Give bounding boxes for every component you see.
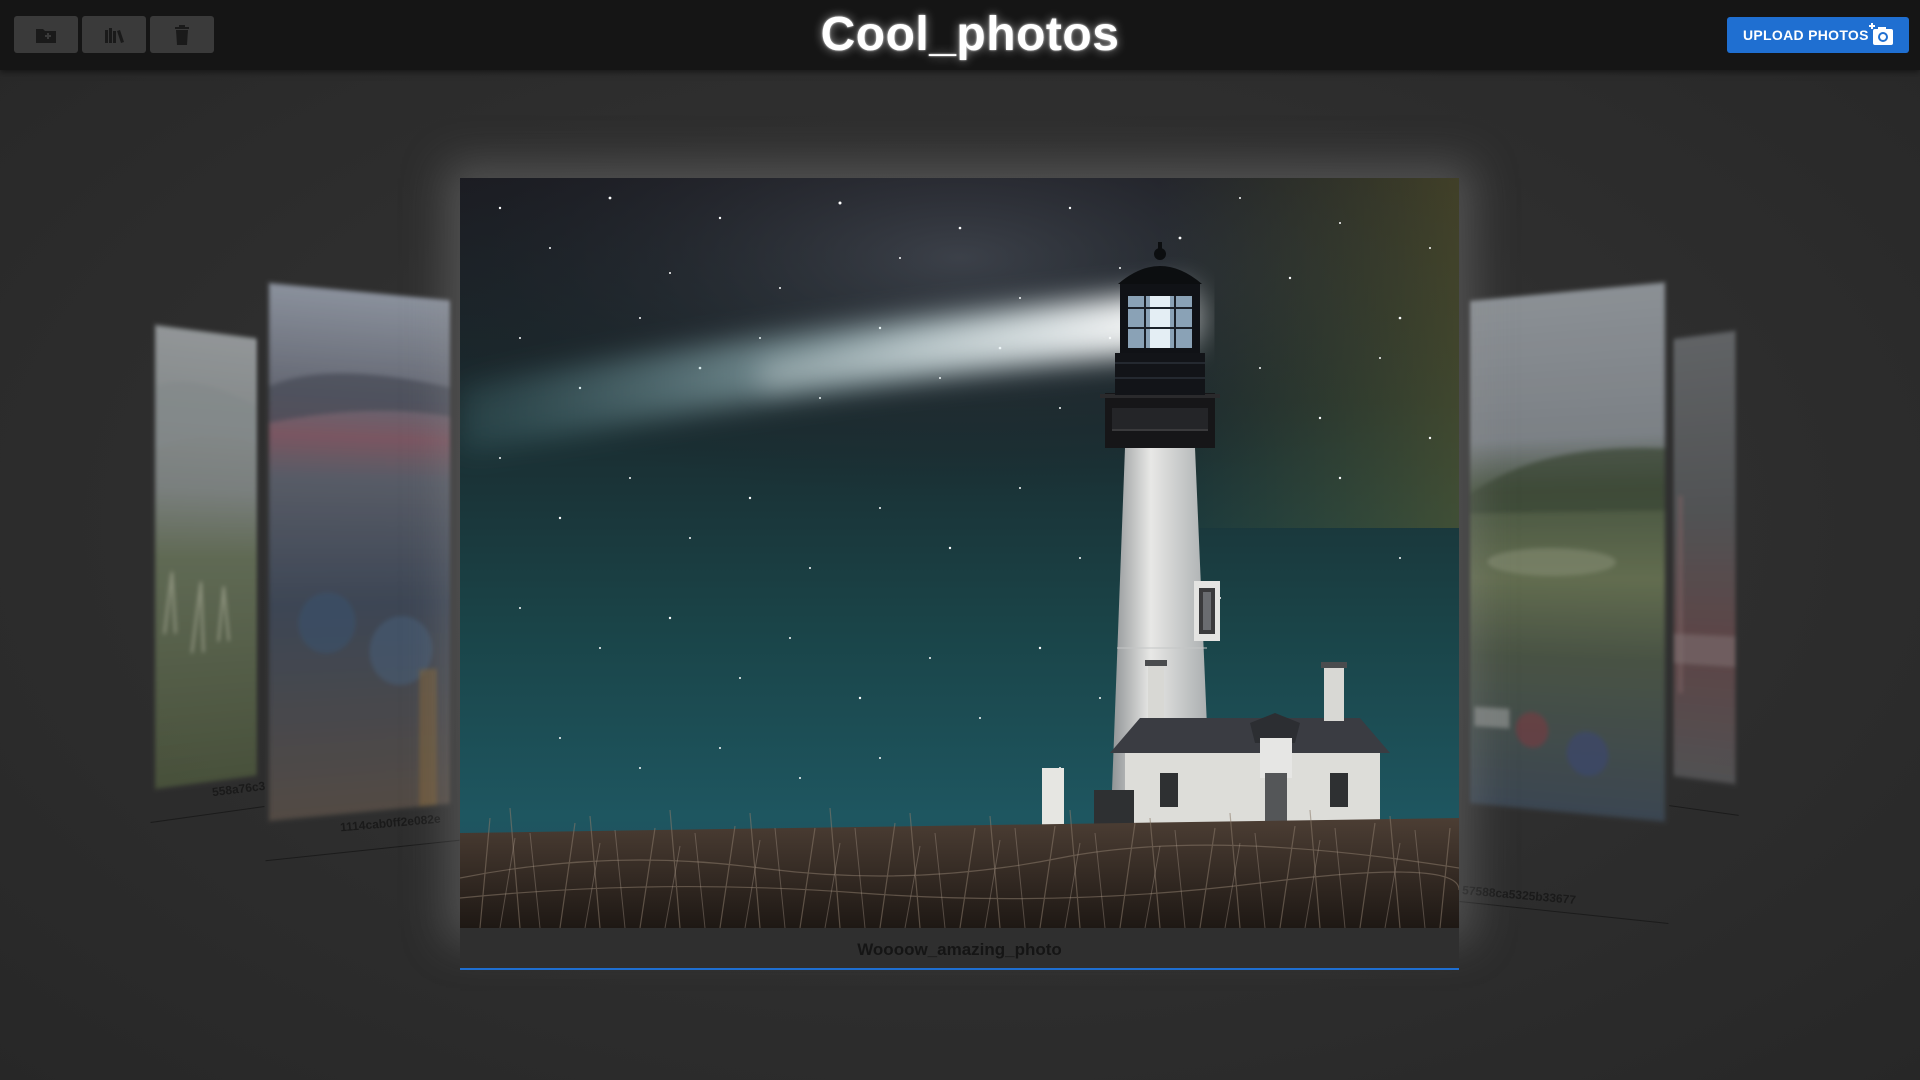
carousel-thumbnail[interactable]: [268, 283, 450, 821]
carousel-thumbnail[interactable]: [1470, 282, 1665, 822]
photo-carousel: 558a76c3 1114cab0ff2e082e 57588ca5325b33…: [0, 70, 1920, 1080]
upload-photos-label: UPLOAD PHOTOS: [1743, 27, 1869, 43]
carousel-thumbnail-caption[interactable]: 1114cab0ff2e082e: [340, 812, 442, 835]
add-photo-icon: [1869, 23, 1893, 45]
thumbnail-underline: [265, 839, 460, 862]
caption-field[interactable]: Woooow_amazing_photo: [460, 928, 1459, 970]
thumbnail-underline: [1669, 805, 1739, 816]
current-photo[interactable]: [460, 178, 1459, 928]
carousel-thumbnail-caption[interactable]: 558a76c3: [211, 779, 266, 799]
app-title: Cool_photos: [820, 8, 1120, 61]
carousel-thumbnail[interactable]: [155, 325, 257, 789]
thumbnail-underline: [150, 806, 265, 823]
photo-caption-input[interactable]: Woooow_amazing_photo: [460, 940, 1459, 960]
carousel-thumbnail[interactable]: [1673, 330, 1736, 785]
lighthouse-image: [460, 178, 1459, 928]
caption-underline: [460, 968, 1459, 970]
top-bar: Cool_photos UPLOAD PHOTOS: [0, 0, 1920, 70]
upload-photos-button[interactable]: UPLOAD PHOTOS: [1727, 17, 1909, 53]
